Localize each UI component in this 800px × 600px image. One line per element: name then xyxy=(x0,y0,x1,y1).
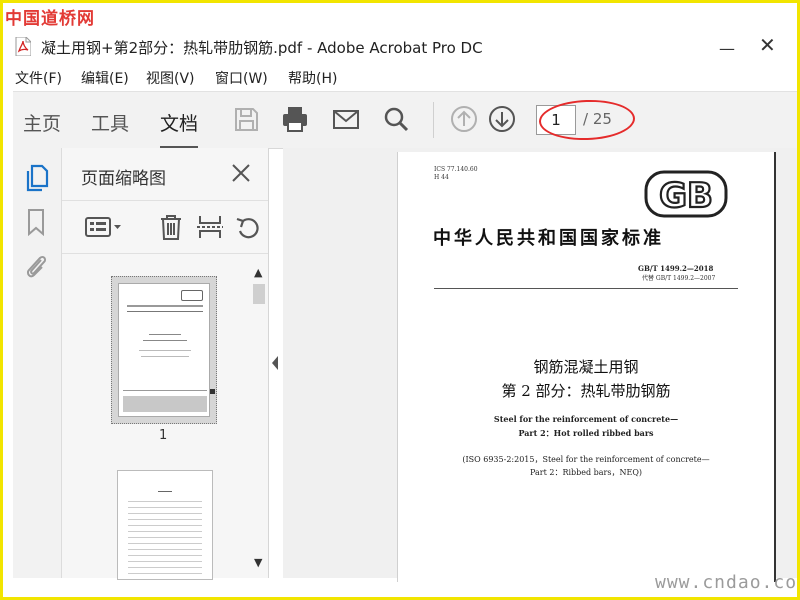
email-icon[interactable] xyxy=(331,104,361,134)
main-toolbar: 主页 工具 文档 1 / 25 xyxy=(13,91,797,149)
acrobat-window: 中国道桥网 凝土用钢+第2部分：热轧带肋钢筋.pdf - Adobe Acrob… xyxy=(3,3,797,597)
menu-file[interactable]: 文件(F) xyxy=(15,68,62,88)
minimize-button[interactable]: — xyxy=(719,39,735,58)
delete-page-icon[interactable] xyxy=(157,213,185,241)
thumbnail-options-icon[interactable] xyxy=(84,213,124,241)
window-title: 凝土用钢+第2部分：热轧带肋钢筋.pdf - Adobe Acrobat Pro… xyxy=(41,39,483,57)
page-thumbnails-panel: 页面缩略图 ▲ ▼ 1 xyxy=(62,148,269,580)
extract-page-icon[interactable] xyxy=(196,213,224,241)
page-thumbnails-icon[interactable] xyxy=(23,164,49,192)
close-icon[interactable] xyxy=(230,162,252,184)
document-title-en-2: Part 2：Hot rolled ribbed bars xyxy=(518,428,654,438)
menu-edit[interactable]: 编辑(E) xyxy=(81,68,129,88)
bookmark-icon[interactable] xyxy=(23,208,49,236)
document-title-cn-2: 第 2 部分：热轧带肋钢筋 xyxy=(501,382,671,400)
thumbnails-toolbar xyxy=(62,200,268,254)
toolbar-separator xyxy=(433,102,434,138)
standard-number: GB/T 1499.2—2018 xyxy=(638,264,714,273)
title-bar: 凝土用钢+第2部分：热轧带肋钢筋.pdf - Adobe Acrobat Pro… xyxy=(3,29,797,63)
page-down-icon[interactable] xyxy=(487,104,517,134)
search-icon[interactable] xyxy=(381,104,411,134)
watermark-bottom: www.cndao.com xyxy=(655,572,797,593)
attachment-icon[interactable] xyxy=(23,252,49,280)
pdf-file-icon xyxy=(15,37,31,56)
tab-document[interactable]: 文档 xyxy=(160,109,199,149)
thumbnails-panel-title: 页面缩略图 xyxy=(81,169,166,189)
document-view: ICS 77.140.60 H 44 GB 中华人民共和国国家标准 GB/T 1… xyxy=(283,148,797,582)
print-icon[interactable] xyxy=(280,104,310,134)
document-title-cn-1: 钢筋混凝土用钢 xyxy=(533,358,639,376)
iso-reference-2: Part 2：Ribbed bars，NEQ) xyxy=(529,468,643,477)
menu-bar: 文件(F) 编辑(E) 视图(V) 窗口(W) 帮助(H) xyxy=(3,65,797,89)
menu-help[interactable]: 帮助(H) xyxy=(288,68,337,88)
thumbnails-scroll-down-icon[interactable]: ▼ xyxy=(254,556,262,569)
gb-logo-icon: GB xyxy=(644,170,728,218)
pdf-page: ICS 77.140.60 H 44 GB 中华人民共和国国家标准 GB/T 1… xyxy=(397,152,776,582)
thumbnail-page-1-preview xyxy=(118,283,210,417)
document-title-en-1: Steel for the reinforcement of concrete— xyxy=(493,414,679,424)
thumbnail-page-1[interactable] xyxy=(111,276,217,424)
tab-home[interactable]: 主页 xyxy=(23,109,61,136)
svg-text:GB: GB xyxy=(659,176,713,216)
save-icon[interactable] xyxy=(231,104,261,134)
close-window-button[interactable]: ✕ xyxy=(759,33,776,57)
menu-view[interactable]: 视图(V) xyxy=(146,68,195,88)
rotate-page-icon[interactable] xyxy=(234,213,262,241)
thumbnails-scrollbar-thumb[interactable] xyxy=(253,284,265,304)
left-navigation-rail xyxy=(13,148,62,578)
iso-reference-1: (ISO 6935-2:2015，Steel for the reinforce… xyxy=(462,455,710,464)
standard-title: 中华人民共和国国家标准 xyxy=(433,228,664,249)
replaces-standard: 代替 GB/T 1499.2—2007 xyxy=(642,275,716,282)
tab-tools[interactable]: 工具 xyxy=(91,109,129,136)
ics-code: ICS 77.140.60 H 44 xyxy=(434,166,478,181)
watermark-top: 中国道桥网 xyxy=(5,9,95,29)
menu-window[interactable]: 窗口(W) xyxy=(215,68,268,88)
divider xyxy=(434,288,738,289)
thumbnails-scroll-up-icon[interactable]: ▲ xyxy=(254,266,262,279)
page-up-icon[interactable] xyxy=(449,104,479,134)
thumbnail-page-2[interactable] xyxy=(117,470,213,580)
thumbnail-page-1-label: 1 xyxy=(159,428,168,443)
collapse-panel-icon[interactable] xyxy=(269,348,281,378)
